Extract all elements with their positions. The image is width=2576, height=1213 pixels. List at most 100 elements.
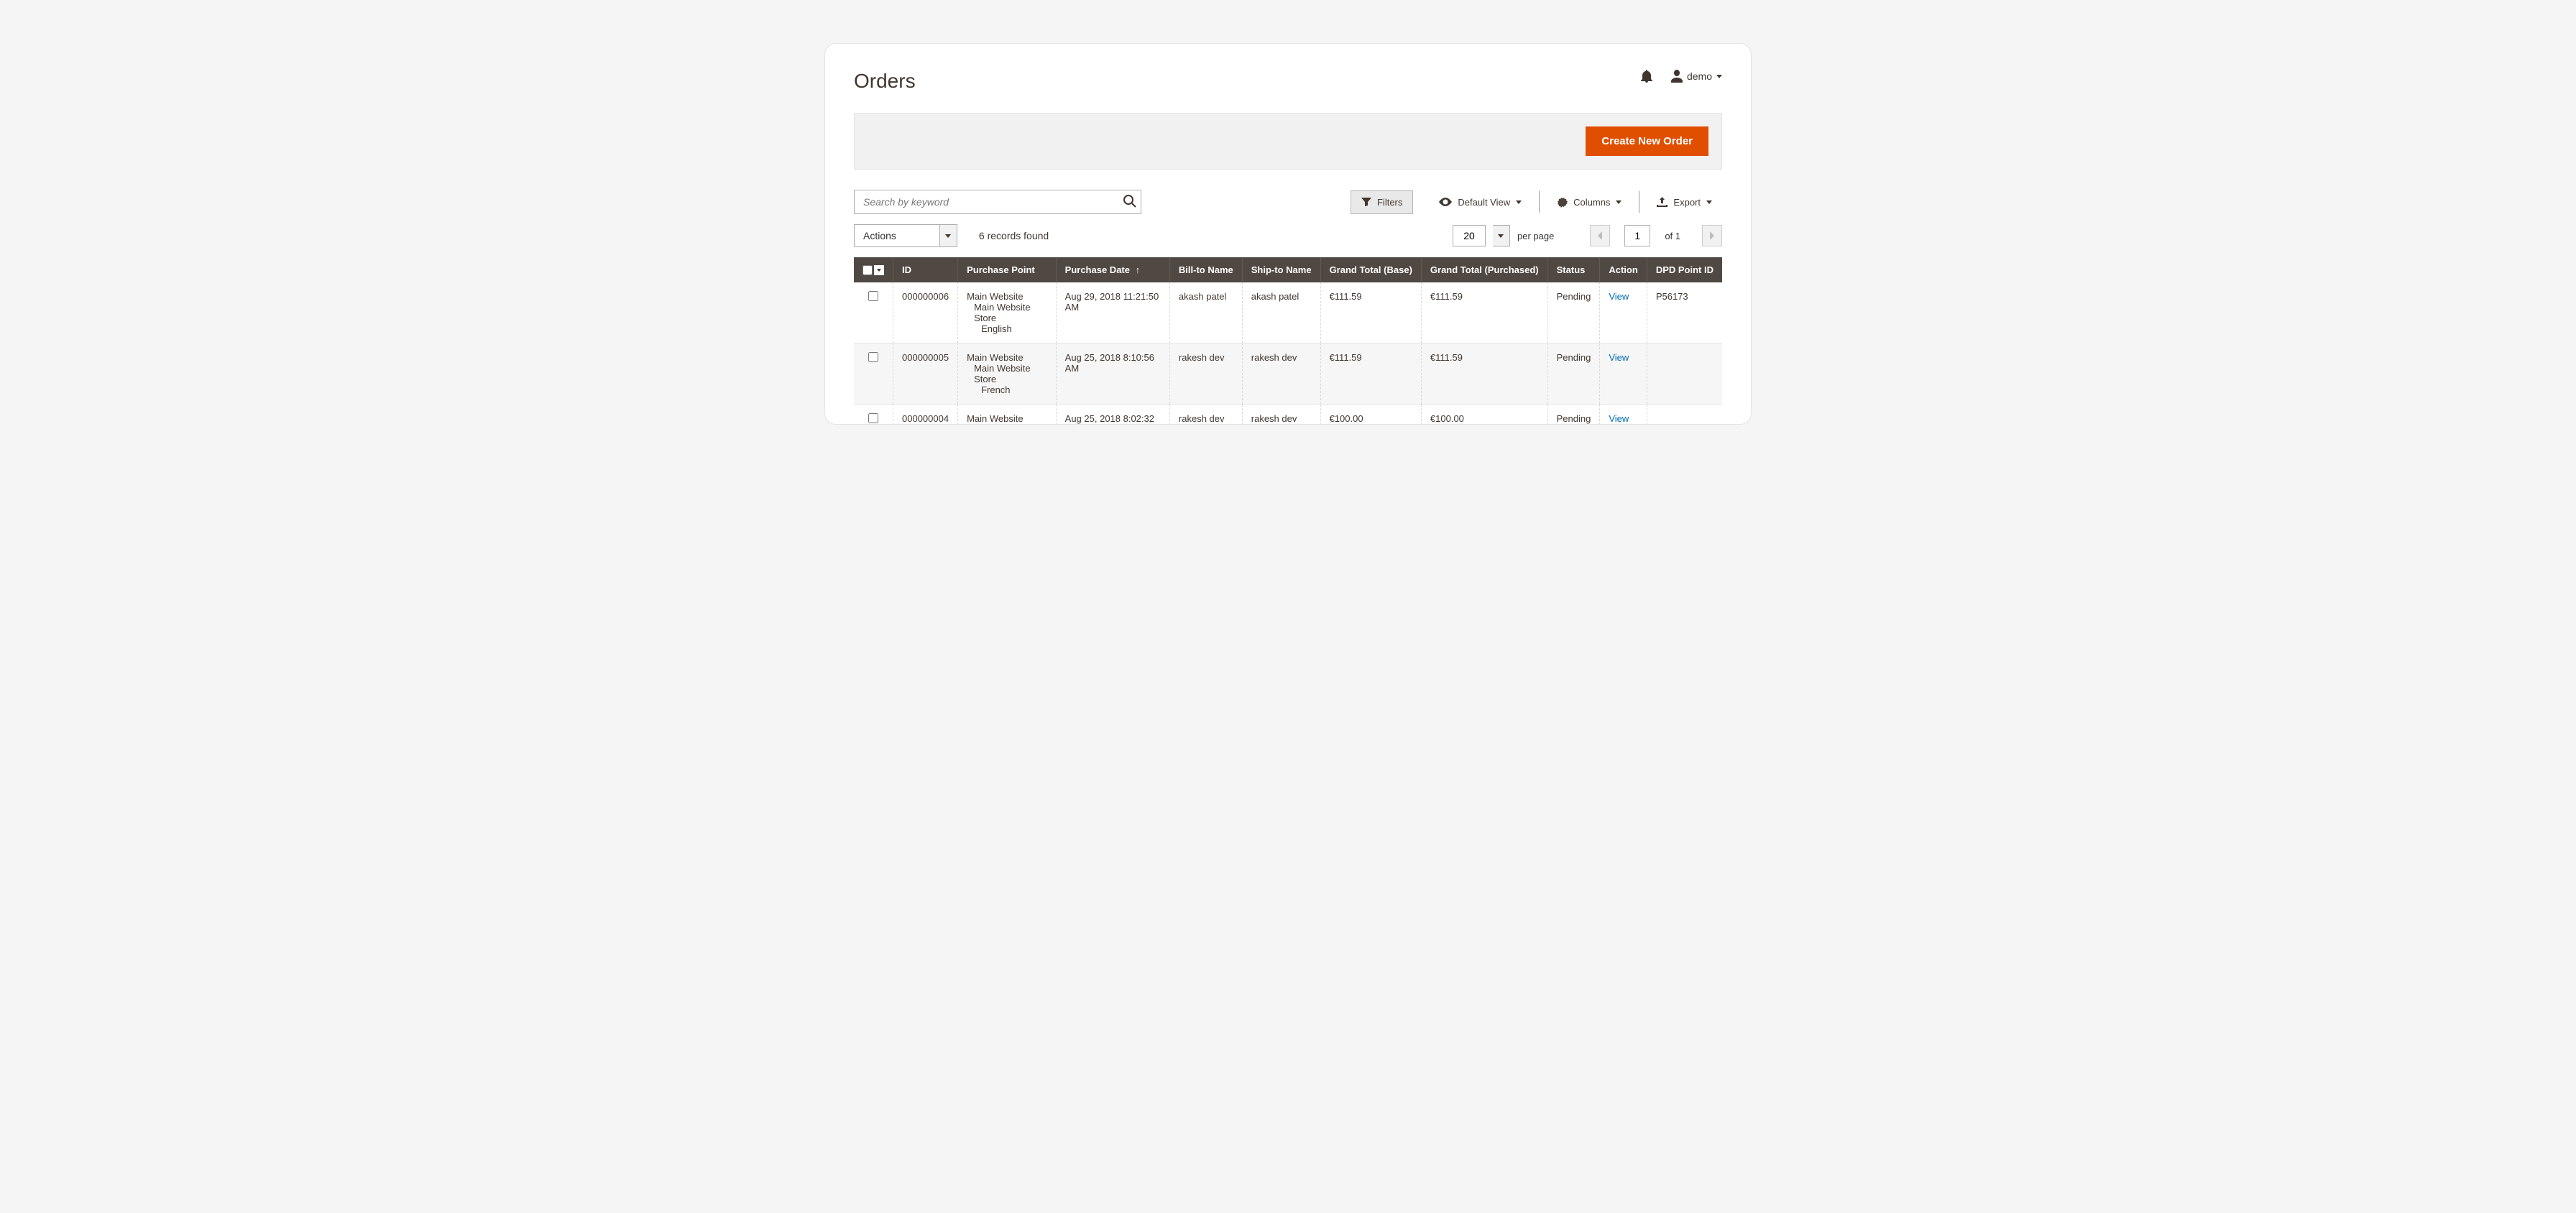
- row-checkbox-cell: [854, 343, 893, 405]
- header-right: demo: [1641, 70, 1722, 83]
- funnel-icon: [1361, 198, 1371, 206]
- cell-purchase-date: Aug 25, 2018 8:10:56 AM: [1056, 343, 1169, 405]
- sort-asc-icon: ↑: [1136, 264, 1141, 275]
- table-row[interactable]: 000000006Main WebsiteMain Website StoreE…: [854, 282, 1722, 343]
- cell-status: Pending: [1547, 282, 1600, 343]
- user-label: demo: [1687, 70, 1712, 82]
- caret-down-icon: [1716, 75, 1722, 78]
- col-header-action[interactable]: Action: [1600, 257, 1647, 282]
- cell-dpd: [1647, 405, 1722, 425]
- create-bar: Create New Order: [854, 113, 1722, 170]
- export-label: Export: [1673, 197, 1701, 208]
- caret-down-icon: [1516, 200, 1522, 204]
- filters-label: Filters: [1377, 197, 1402, 208]
- filters-button[interactable]: Filters: [1351, 190, 1413, 214]
- table-row[interactable]: 000000005Main WebsiteMain Website StoreF…: [854, 343, 1722, 405]
- row-checkbox-cell: [854, 282, 893, 343]
- cell-status: Pending: [1547, 343, 1600, 405]
- chevron-left-icon: [1597, 231, 1603, 240]
- col-header-dpd[interactable]: DPD Point ID: [1647, 257, 1722, 282]
- cell-dpd: P56173: [1647, 282, 1722, 343]
- caret-down-icon: [945, 234, 951, 238]
- per-page-caret[interactable]: [1493, 225, 1510, 246]
- orders-table: ID Purchase Point Purchase Date ↑ Bill-t…: [854, 257, 1722, 424]
- next-page-button[interactable]: [1702, 225, 1722, 246]
- cell-bill-to: rakesh dev: [1169, 343, 1242, 405]
- orders-table-viewport: ID Purchase Point Purchase Date ↑ Bill-t…: [854, 257, 1722, 424]
- col-header-status[interactable]: Status: [1547, 257, 1600, 282]
- prev-page-button[interactable]: [1590, 225, 1610, 246]
- export-icon: [1657, 197, 1668, 207]
- row-checkbox[interactable]: [868, 352, 878, 362]
- toolbar2-left: Actions 6 records found: [854, 224, 1049, 247]
- cell-id: 000000006: [893, 282, 958, 343]
- admin-card: Orders demo Create New Order: [824, 43, 1752, 425]
- caret-down-icon: [1706, 200, 1712, 204]
- gear-icon: [1557, 197, 1568, 208]
- eye-icon: [1439, 198, 1452, 206]
- select-all-checkbox[interactable]: [862, 265, 873, 275]
- cell-dpd: [1647, 343, 1722, 405]
- notifications-icon[interactable]: [1641, 70, 1652, 83]
- view-link[interactable]: View: [1609, 352, 1629, 363]
- col-header-bill-to[interactable]: Bill-to Name: [1169, 257, 1242, 282]
- page-of-label: of 1: [1665, 231, 1680, 241]
- create-new-order-button[interactable]: Create New Order: [1586, 126, 1708, 156]
- toolbar-row-1: Filters Default View Columns Export: [854, 190, 1722, 214]
- col-header-gt-purchased[interactable]: Grand Total (Purchased): [1421, 257, 1547, 282]
- chevron-right-icon: [1709, 231, 1715, 240]
- row-checkbox[interactable]: [868, 413, 878, 423]
- select-all-caret[interactable]: [874, 265, 884, 275]
- cell-gt-purchased: €111.59: [1421, 282, 1547, 343]
- per-page-input[interactable]: [1453, 225, 1486, 246]
- col-header-gt-base[interactable]: Grand Total (Base): [1320, 257, 1421, 282]
- cell-purchase-point: Main WebsiteMain Website StoreFrench: [958, 405, 1057, 425]
- cell-gt-base: €111.59: [1320, 343, 1421, 405]
- toolbar2-right: per page of 1: [1453, 225, 1722, 246]
- cell-id: 000000005: [893, 343, 958, 405]
- cell-gt-base: €100.00: [1320, 405, 1421, 425]
- columns-button[interactable]: Columns: [1547, 191, 1632, 213]
- col-header-purchase-point[interactable]: Purchase Point: [958, 257, 1057, 282]
- user-menu[interactable]: demo: [1671, 70, 1722, 83]
- cell-purchase-date: Aug 25, 2018 8:02:32 AM: [1056, 405, 1169, 425]
- user-icon: [1671, 70, 1683, 83]
- view-link[interactable]: View: [1609, 413, 1629, 424]
- row-checkbox[interactable]: [868, 291, 878, 301]
- cell-purchase-date: Aug 29, 2018 11:21:50 AM: [1056, 282, 1169, 343]
- columns-label: Columns: [1573, 197, 1610, 208]
- separator: [1539, 191, 1540, 213]
- cell-gt-purchased: €111.59: [1421, 343, 1547, 405]
- cell-action: View: [1600, 343, 1647, 405]
- default-view-button[interactable]: Default View: [1429, 191, 1532, 213]
- view-link[interactable]: View: [1609, 291, 1629, 302]
- search-input[interactable]: [854, 190, 1141, 214]
- cell-action: View: [1600, 405, 1647, 425]
- toolbar-row-2: Actions 6 records found per page of 1: [854, 224, 1722, 247]
- caret-down-icon: [1498, 234, 1504, 238]
- col-header-ship-to[interactable]: Ship-to Name: [1242, 257, 1320, 282]
- search-button[interactable]: [1123, 194, 1137, 211]
- cell-bill-to: akash patel: [1169, 282, 1242, 343]
- actions-caret: [940, 224, 957, 247]
- col-header-checkbox[interactable]: [854, 257, 893, 282]
- col-header-purchase-date[interactable]: Purchase Date ↑: [1056, 257, 1169, 282]
- cell-status: Pending: [1547, 405, 1600, 425]
- export-button[interactable]: Export: [1647, 191, 1722, 213]
- default-view-label: Default View: [1458, 197, 1510, 208]
- header-row: Orders demo: [854, 70, 1722, 93]
- row-checkbox-cell: [854, 405, 893, 425]
- table-row[interactable]: 000000004Main WebsiteMain Website StoreF…: [854, 405, 1722, 425]
- per-page-label: per page: [1517, 231, 1554, 241]
- cell-purchase-point: Main WebsiteMain Website StoreEnglish: [958, 282, 1057, 343]
- records-found: 6 records found: [979, 230, 1049, 241]
- col-header-id[interactable]: ID: [893, 257, 958, 282]
- actions-select[interactable]: Actions: [854, 224, 957, 247]
- cell-bill-to: rakesh dev: [1169, 405, 1242, 425]
- page-title: Orders: [854, 70, 916, 93]
- page-input[interactable]: [1624, 225, 1650, 246]
- caret-down-icon: [1616, 200, 1622, 204]
- cell-id: 000000004: [893, 405, 958, 425]
- cell-ship-to: akash patel: [1242, 282, 1320, 343]
- toolbar-right: Filters Default View Columns Export: [1351, 190, 1722, 214]
